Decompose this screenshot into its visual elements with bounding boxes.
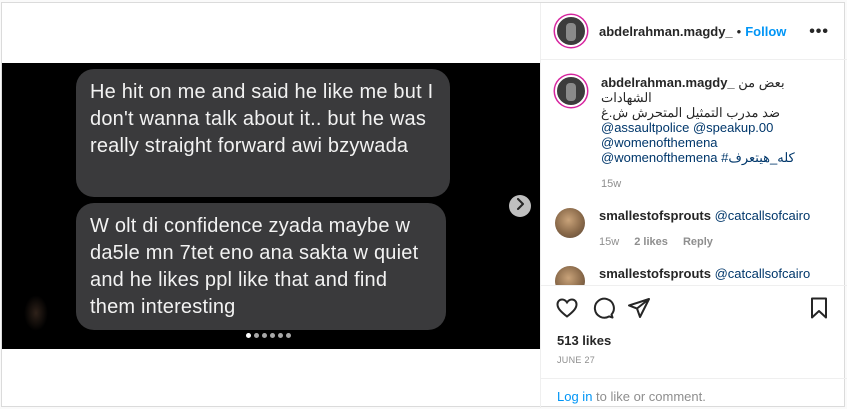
author-username[interactable]: abdelrahman.magdy_ [599, 24, 733, 39]
bookmark-icon[interactable] [807, 296, 831, 320]
heart-icon[interactable] [555, 296, 579, 320]
post-date[interactable]: JUNE 27 [557, 355, 595, 365]
caption-timestamp: 15w [601, 178, 622, 190]
carousel-dots [246, 333, 291, 338]
header-separator: • [736, 23, 742, 39]
next-slide-button[interactable] [509, 195, 531, 217]
comment-likes[interactable]: 2 likes [634, 236, 668, 248]
carousel-dot [254, 333, 259, 338]
commenter-avatar[interactable] [555, 208, 585, 238]
carousel-dot [246, 333, 251, 338]
caption-avatar[interactable] [555, 75, 587, 107]
caption-username[interactable]: abdelrahman.magdy_ [601, 75, 735, 90]
action-bar [541, 285, 847, 329]
login-prompt-text: to like or comment. [592, 389, 706, 404]
instagram-post: He hit on me and said he like me but I d… [1, 2, 847, 408]
commenter-avatar[interactable] [555, 266, 585, 285]
more-options-icon[interactable]: ••• [809, 23, 829, 41]
commenter-username[interactable]: smallestofsprouts [599, 208, 711, 223]
follow-button[interactable]: Follow [745, 24, 786, 39]
message-bubble-2: W olt di confidence zyada maybe w da5le … [76, 203, 446, 330]
comment-item: smallestofsprouts @catcallsofcairo [555, 266, 833, 285]
share-icon[interactable] [627, 296, 651, 320]
carousel-dot [262, 333, 267, 338]
post-header: abdelrahman.magdy_ • Follow ••• [541, 3, 847, 60]
comment-text[interactable]: @catcallsofcairo [715, 266, 811, 281]
comment-timestamp: 15w [599, 236, 620, 248]
login-link[interactable]: Log in [557, 389, 592, 404]
post-media[interactable]: He hit on me and said he like me but I d… [2, 63, 540, 349]
comments-section: abdelrahman.magdy_ بعض من الشهادات ضد مد… [541, 61, 847, 285]
commenter-username[interactable]: smallestofsprouts [599, 266, 711, 281]
comment-item: smallestofsprouts @catcallsofcairo 15w 2… [555, 208, 833, 250]
carousel-dot [278, 333, 283, 338]
login-prompt: Log in to like or comment. [541, 378, 847, 408]
post-sidebar: abdelrahman.magdy_ • Follow ••• abdelrah… [540, 3, 847, 408]
background-light [24, 295, 48, 331]
reply-button[interactable]: Reply [683, 236, 713, 248]
caption-text-line2: ضد مدرب التمثيل المتحرش ش.غ [601, 105, 780, 120]
chevron-right-icon [515, 197, 525, 215]
caption-mentions-1[interactable]: @assaultpolice @speakup.00 [601, 120, 831, 135]
comment-icon[interactable] [591, 296, 615, 320]
author-avatar[interactable] [555, 15, 587, 47]
media-top-padding [2, 3, 540, 63]
carousel-dot [286, 333, 291, 338]
comment-text[interactable]: @catcallsofcairo [715, 208, 811, 223]
post-caption: abdelrahman.magdy_ بعض من الشهادات ضد مد… [555, 75, 833, 192]
message-bubble-1: He hit on me and said he like me but I d… [76, 69, 450, 197]
likes-count[interactable]: 513 likes [557, 333, 611, 348]
caption-mentions-3[interactable]: @womenofthemena #كله_هيتعرف [601, 150, 831, 165]
carousel-dot [270, 333, 275, 338]
caption-mentions-2[interactable]: @womenofthemena [601, 135, 831, 150]
